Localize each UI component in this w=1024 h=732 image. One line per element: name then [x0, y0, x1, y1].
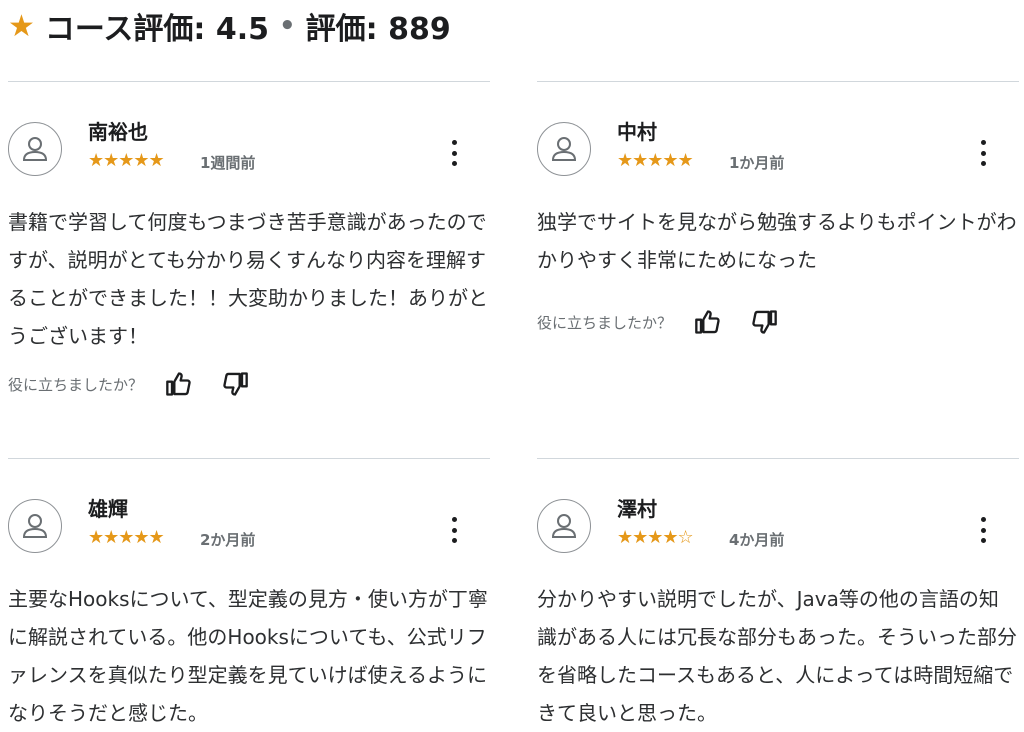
star-rating: ★★★★★: [88, 527, 165, 548]
avatar: [537, 122, 591, 176]
avatar: [8, 499, 62, 553]
review-card: 中村 ★★★★★ 1か月前 独学でサイトを見ながら勉強するよりもポイントがわかり…: [537, 81, 1019, 334]
user-icon: [551, 514, 577, 538]
user-icon: [22, 514, 48, 538]
avatar: [537, 499, 591, 553]
star-rating-filled: ★★★★★: [88, 150, 165, 171]
star-rating: ★★★★☆: [617, 527, 694, 548]
user-icon: [551, 137, 577, 161]
reviewer-name: 澤村: [617, 497, 657, 521]
avatar: [8, 122, 62, 176]
separator-dot: •: [279, 11, 296, 41]
thumbs-up-icon[interactable]: [694, 308, 722, 336]
reviewer-name: 中村: [617, 120, 657, 144]
thumbs-down-icon[interactable]: [750, 308, 778, 336]
helpful-row: 役に立ちましたか？: [537, 308, 778, 336]
helpful-row: 役に立ちましたか？: [8, 370, 249, 398]
review-date: 1週間前: [200, 154, 256, 172]
thumbs-down-icon[interactable]: [221, 370, 249, 398]
review-text: 書籍で学習して何度もつまづき苦手意識があったのですが、説明がとても分かり易くすん…: [8, 210, 488, 348]
review-text: 分かりやすい説明でしたが、Java等の他の言語の知識がある人には冗長な部分もあっ…: [537, 587, 1017, 725]
more-options-icon[interactable]: [444, 517, 464, 543]
ratings-count-label: 評価: 889: [305, 12, 451, 47]
review-date: 4か月前: [729, 531, 785, 549]
review-card: 南裕也 ★★★★★ 1週間前 書籍で学習して何度もつまづき苦手意識があったのです…: [8, 81, 490, 396]
thumbs-up-icon[interactable]: [165, 370, 193, 398]
reviewer-name: 雄輝: [88, 497, 128, 521]
star-rating-filled: ★★★★★: [617, 150, 694, 171]
star-rating-filled: ★★★★★: [88, 527, 165, 548]
course-rating-label: コース評価: 4.5: [44, 12, 269, 47]
review-date: 1か月前: [729, 154, 785, 172]
more-options-icon[interactable]: [973, 517, 993, 543]
helpful-prompt: 役に立ちましたか？: [8, 375, 144, 394]
star-icon: ★: [8, 8, 35, 44]
more-options-icon[interactable]: [973, 140, 993, 166]
star-rating-empty: ☆: [677, 527, 694, 548]
review-card: 澤村 ★★★★☆ 4か月前 分かりやすい説明でしたが、Java等の他の言語の知識…: [537, 458, 1019, 725]
reviewer-name: 南裕也: [88, 120, 148, 144]
star-rating: ★★★★★: [88, 150, 165, 171]
helpful-prompt: 役に立ちましたか？: [537, 313, 673, 332]
review-card: 雄輝 ★★★★★ 2か月前 主要なHooksについて、型定義の見方・使い方が丁寧…: [8, 458, 490, 725]
review-date: 2か月前: [200, 531, 256, 549]
course-rating-header: ★ コース評価: 4.5 • 評価: 889: [8, 4, 451, 48]
star-rating-filled: ★★★★: [617, 527, 679, 548]
user-icon: [22, 137, 48, 161]
review-text: 主要なHooksについて、型定義の見方・使い方が丁寧に解説されている。他のHoo…: [8, 587, 488, 725]
more-options-icon[interactable]: [444, 140, 464, 166]
star-rating: ★★★★★: [617, 150, 694, 171]
review-text: 独学でサイトを見ながら勉強するよりもポイントがわかりやすく非常にためになった: [537, 210, 1017, 272]
